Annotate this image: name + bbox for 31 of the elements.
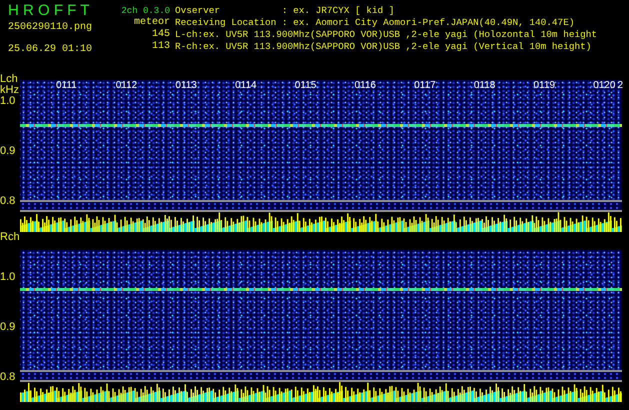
axis-tick-label: 0.8 [0, 372, 16, 383]
info-line: R-ch:ex. UV5R 113.900Mhz(SAPPORO VOR)USB ,2-ele yagi (Vertical 10m height) [175, 41, 592, 53]
channel-label: Lch [0, 74, 18, 85]
info-line: Receiving Location : ex. Aomori City Aomori-Pref.JAPAN(40.49N, 140.47E) [175, 17, 576, 29]
time-label: 0112 [116, 80, 138, 92]
axis-tick-label: 0.9 [0, 146, 16, 157]
app-title: H R O F F T [8, 2, 90, 20]
timestamp: 25.06.29 01:10 [8, 44, 94, 56]
axis-tick-label: 1.0 [0, 96, 16, 107]
count-value: 113 [152, 41, 170, 53]
mode-label: meteor [134, 17, 170, 29]
time-label: 0114 [235, 80, 258, 92]
time-label: 0117 [414, 80, 437, 92]
file-name: 2506290110.png [8, 22, 94, 34]
time-label: 0118 [474, 80, 496, 92]
axis-tick-label: 0.9 [0, 322, 16, 333]
version-label: 2ch 0.3.0 [121, 5, 170, 17]
axis-tick-label: 0.8 [0, 196, 16, 207]
time-label: 2 [617, 80, 623, 92]
time-label: 0115 [294, 80, 318, 92]
time-label: 0116 [354, 80, 377, 92]
time-label: 0111 [56, 80, 78, 92]
channel-label: Rch [0, 232, 20, 243]
axis-tick-label: 1.0 [0, 272, 16, 283]
time-label: 0119 [534, 80, 556, 92]
info-line: Ovserver : ex. JR7CYX [ kid ] [175, 5, 396, 17]
time-label: 0120 [593, 80, 616, 92]
time-label: 0113 [175, 80, 198, 92]
count-value: 145 [152, 29, 170, 41]
info-line: L-ch:ex. UV5R 113.900Mhz(SAPPORO VOR)USB ,2-ele yagi (Holozontal 10m height [175, 29, 597, 41]
unit-label: kHz [0, 85, 19, 96]
